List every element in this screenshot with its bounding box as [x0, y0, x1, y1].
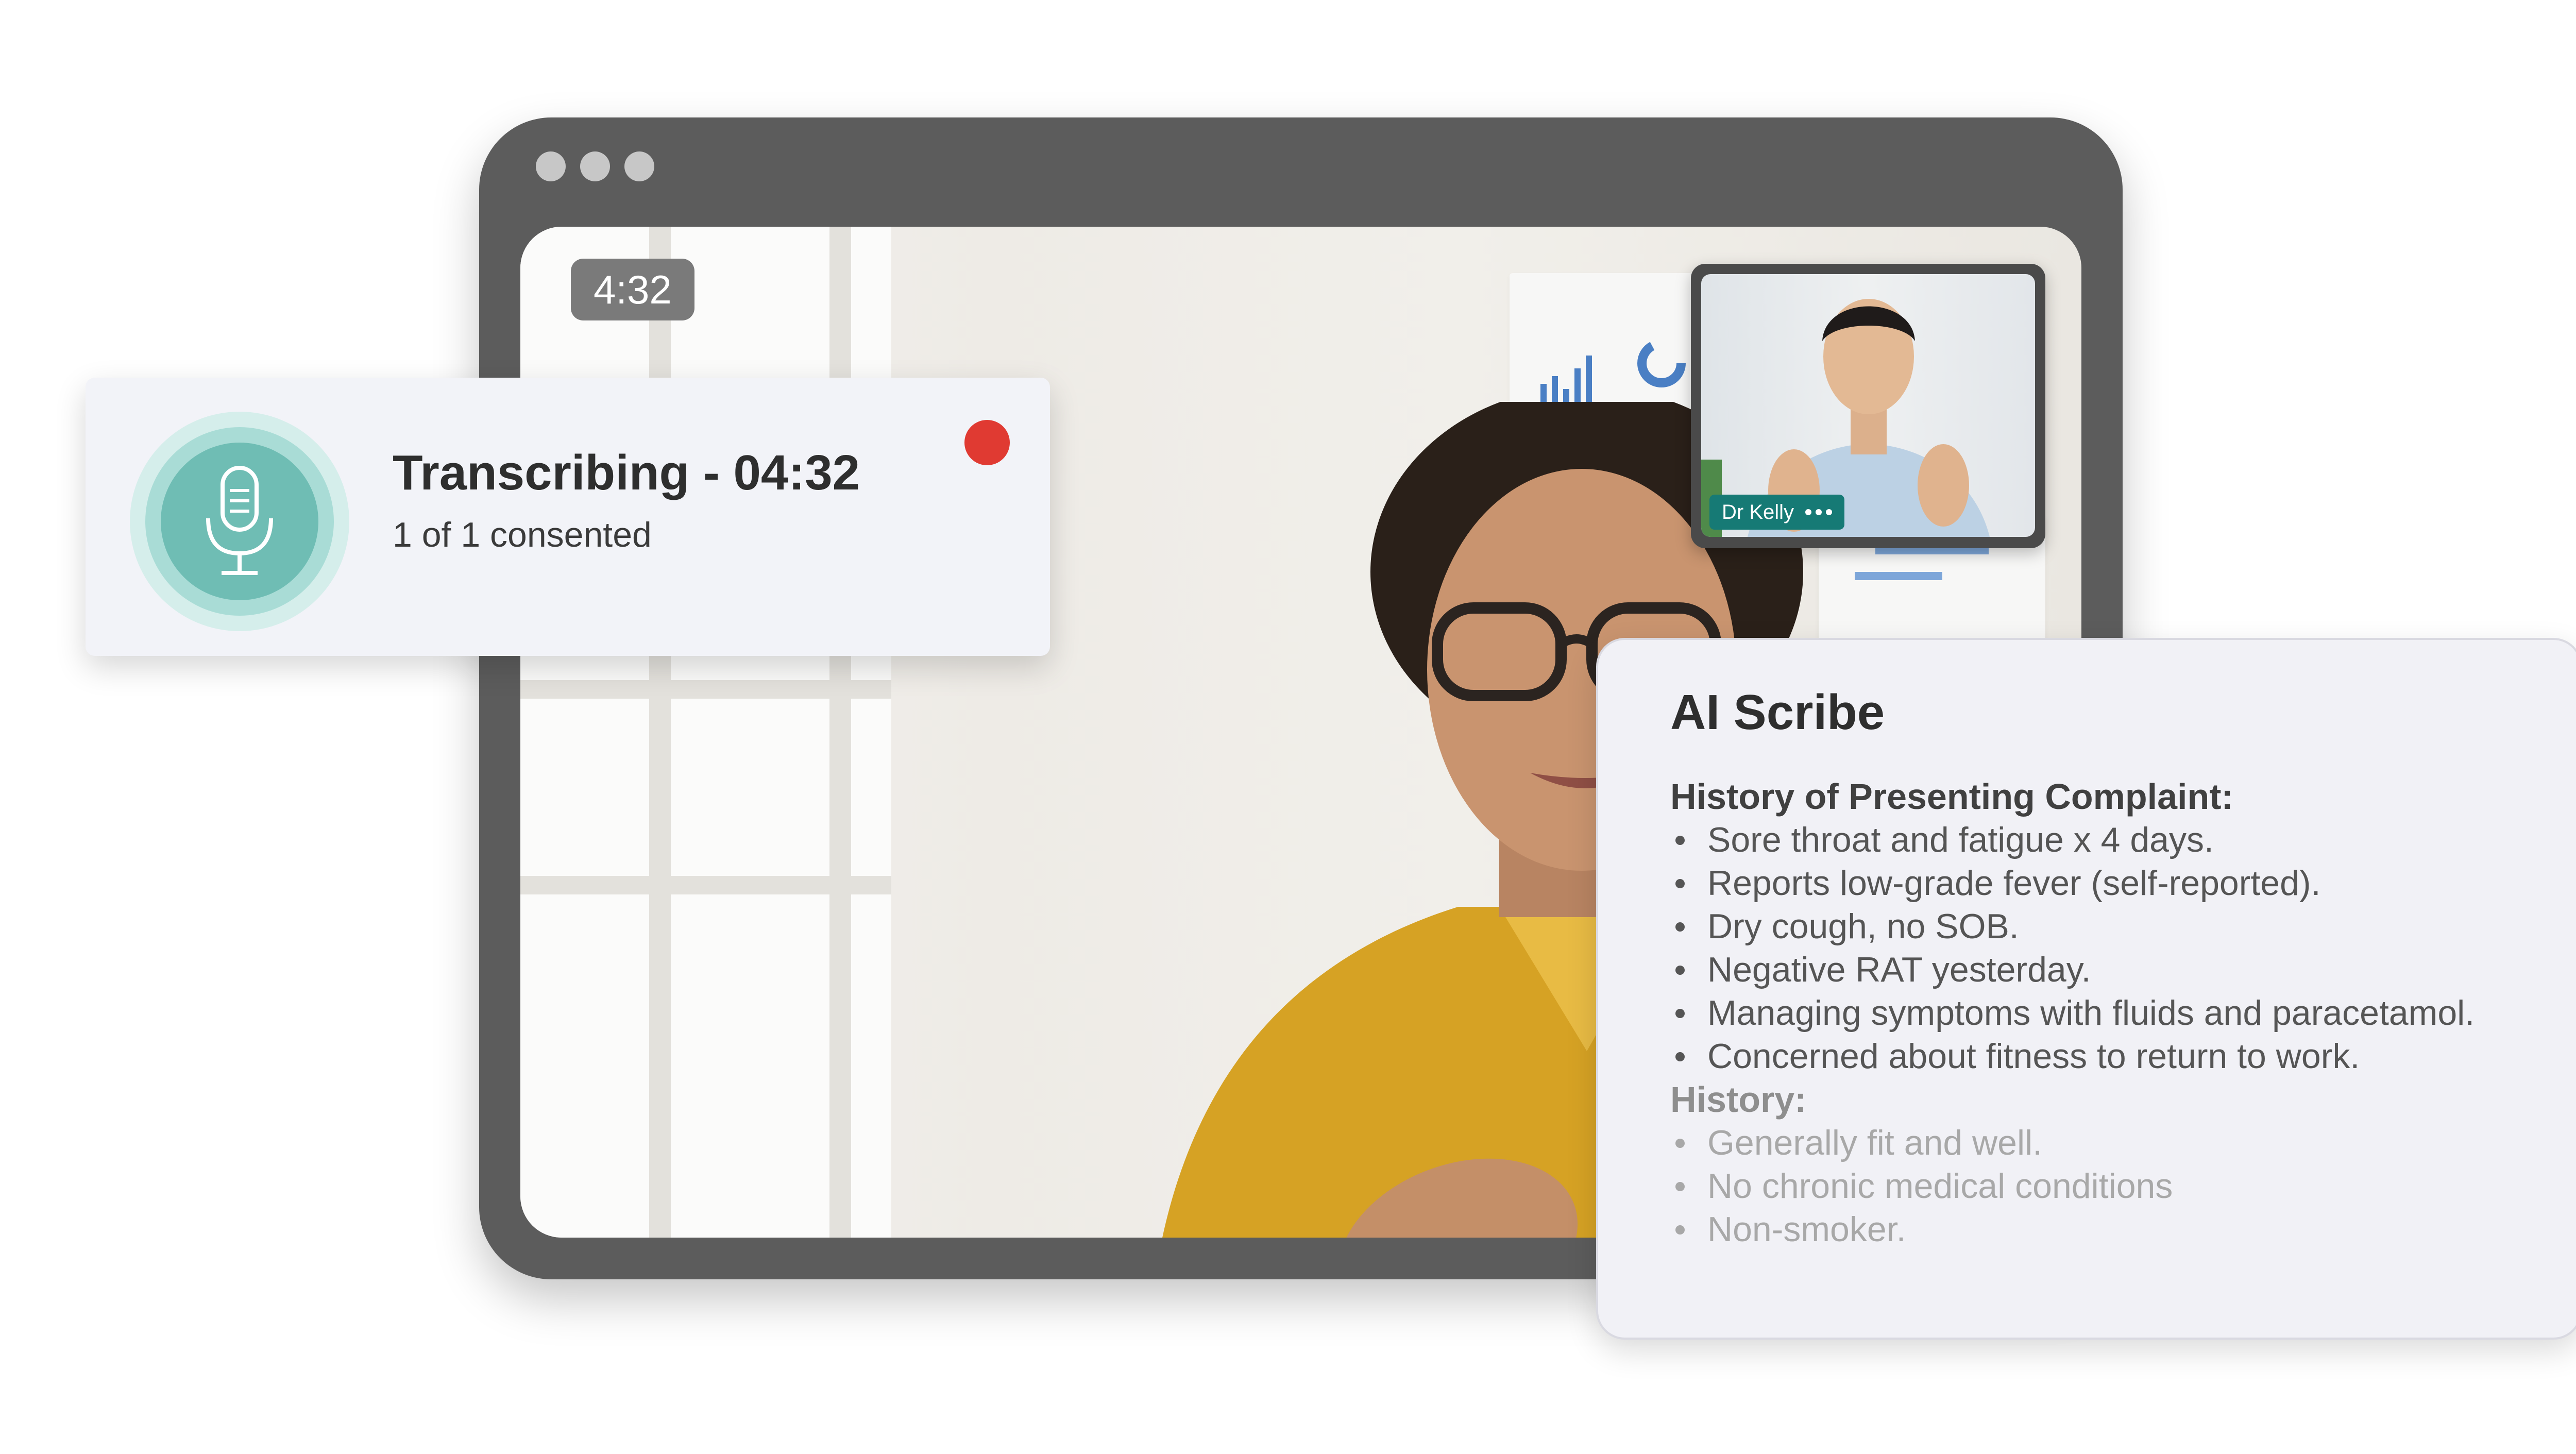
pip-name-tag: Dr Kelly: [1709, 495, 1845, 530]
ai-scribe-panel: AI Scribe History of Presenting Complain…: [1596, 638, 2576, 1340]
recording-indicator-icon: [964, 420, 1010, 465]
section-heading: History:: [1670, 1079, 1807, 1120]
pip-video[interactable]: Dr Kelly: [1691, 264, 2045, 548]
list-item: Non-smoker.: [1670, 1208, 2549, 1251]
page: 4:32 Dr Kelly Transcribing - 04:32 1 of …: [0, 0, 2576, 1454]
list-item: Sore throat and fatigue x 4 days.: [1670, 818, 2549, 861]
list-item: Negative RAT yesterday.: [1670, 948, 2549, 991]
transcribing-status-card: Transcribing - 04:32 1 of 1 consented: [86, 378, 1050, 656]
list-item: Concerned about fitness to return to wor…: [1670, 1035, 2549, 1078]
window-dot-icon[interactable]: [624, 151, 654, 181]
history-list: Generally fit and well. No chronic medic…: [1670, 1121, 2549, 1251]
list-item: Dry cough, no SOB.: [1670, 905, 2549, 948]
consent-status: 1 of 1 consented: [393, 515, 652, 554]
list-item: Reports low-grade fever (self-reported).: [1670, 861, 2549, 905]
transcribing-title: Transcribing - 04:32: [393, 445, 860, 500]
list-item: No chronic medical conditions: [1670, 1164, 2549, 1208]
section-heading: History of Presenting Complaint:: [1670, 776, 2233, 817]
microphone-badge[interactable]: [130, 412, 349, 631]
complaint-list: Sore throat and fatigue x 4 days. Report…: [1670, 818, 2549, 1078]
scribe-title: AI Scribe: [1670, 685, 1885, 740]
list-item: Managing symptoms with fluids and parace…: [1670, 991, 2549, 1035]
window-controls: [536, 151, 654, 181]
microphone-icon: [206, 466, 273, 575]
pip-video-feed: Dr Kelly: [1701, 274, 2035, 537]
window-dot-icon[interactable]: [580, 151, 610, 181]
more-horizontal-icon[interactable]: [1805, 509, 1833, 515]
scribe-notes: History of Presenting Complaint: Sore th…: [1670, 775, 2549, 1251]
call-timer-badge: 4:32: [571, 259, 694, 320]
pip-participant-name: Dr Kelly: [1722, 501, 1794, 523]
list-item: Generally fit and well.: [1670, 1121, 2549, 1164]
window-dot-icon[interactable]: [536, 151, 566, 181]
